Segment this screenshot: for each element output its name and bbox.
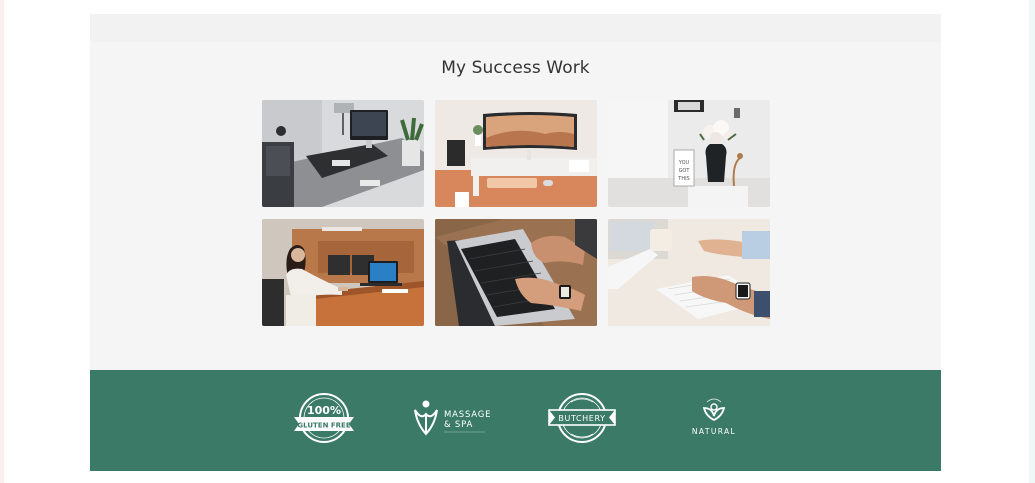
gallery-tile-curved-monitor[interactable]: [435, 100, 597, 207]
gallery-tile-imac-desk[interactable]: [262, 100, 424, 207]
content-section: My Success Work YOU GOT THIS 100% GLUTEN…: [90, 14, 941, 471]
natural-leaf-icon: NATURAL: [692, 398, 736, 436]
section-top-strip: [90, 14, 941, 42]
page-edge-left: [0, 0, 4, 483]
logo-natural[interactable]: NATURAL: [684, 390, 744, 450]
butchery-badge-icon: BUTCHERY: [548, 393, 616, 443]
photo-keyboard-typing-icon: [608, 219, 770, 326]
massage-spa-icon: MASSAGE & SPA: [414, 400, 491, 436]
natural-text: NATURAL: [692, 427, 736, 436]
butchery-text: BUTCHERY: [558, 414, 605, 423]
svg-text:GOT: GOT: [679, 168, 691, 174]
photo-laptop-typing-icon: [435, 219, 597, 326]
section-title: My Success Work: [441, 58, 590, 78]
svg-text:THIS: THIS: [677, 176, 689, 182]
gallery-tile-flower-vase[interactable]: YOU GOT THIS: [608, 100, 770, 207]
page-edge-right: [1029, 0, 1035, 483]
gallery-tile-keyboard-typing[interactable]: [608, 219, 770, 326]
logo-massage-spa[interactable]: MASSAGE & SPA: [411, 390, 493, 450]
gallery-tile-laptop-typing[interactable]: [435, 219, 597, 326]
photo-imac-desk-icon: [262, 100, 424, 207]
client-logos-band: 100% GLUTEN FREE MASSAGE & SPA BUTCHERY …: [90, 370, 941, 471]
massage-spa-line1: MASSAGE: [444, 410, 491, 420]
photo-curved-monitor-icon: [435, 100, 597, 207]
gluten-free-top-text: 100%: [307, 404, 341, 417]
svg-text:YOU: YOU: [678, 160, 690, 166]
gallery-tile-woman-office[interactable]: [262, 219, 424, 326]
massage-spa-line2: & SPA: [444, 420, 473, 430]
logo-gluten-free[interactable]: 100% GLUTEN FREE: [293, 390, 355, 450]
photo-flower-vase-icon: YOU GOT THIS: [608, 100, 770, 207]
photo-woman-office-icon: [262, 219, 424, 326]
success-work-gallery: YOU GOT THIS: [262, 100, 770, 326]
logo-butchery[interactable]: BUTCHERY: [547, 390, 617, 450]
gluten-free-badge-icon: 100% GLUTEN FREE: [294, 393, 354, 443]
gluten-free-bottom-text: GLUTEN FREE: [297, 422, 350, 430]
